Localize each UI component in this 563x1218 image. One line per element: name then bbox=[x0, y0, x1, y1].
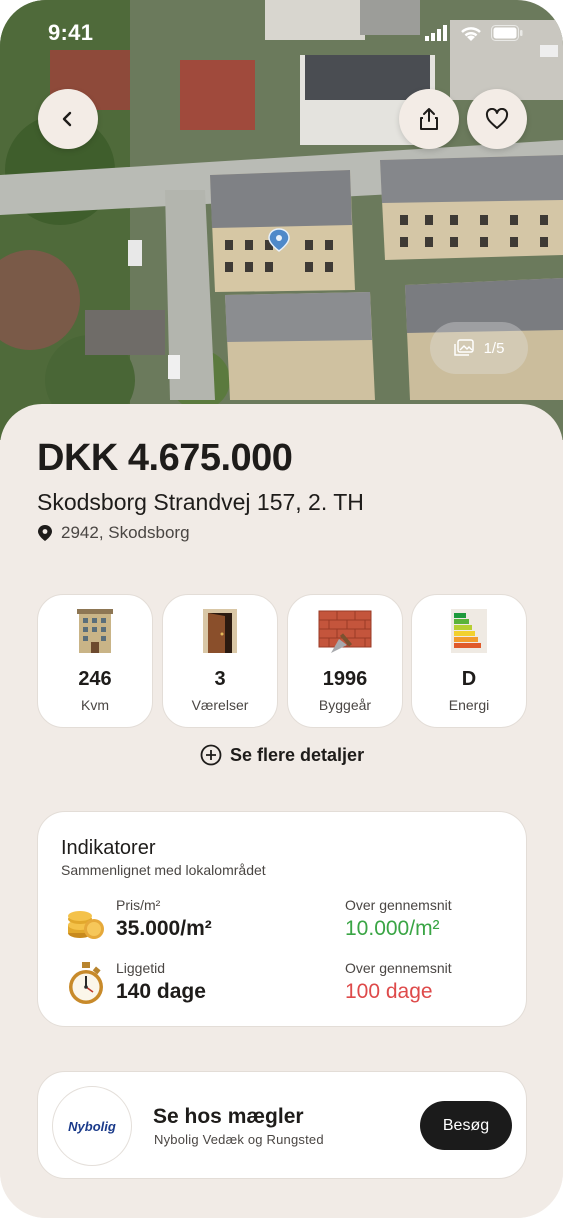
coins-icon bbox=[68, 911, 104, 939]
fact-value: D bbox=[461, 668, 477, 690]
price: DKK 4.675.000 bbox=[37, 437, 293, 479]
facts-row: 246 Kvm 3 Værelser 1996 Byggeår D Energi bbox=[37, 594, 527, 728]
indicators-title: Indikatorer bbox=[61, 837, 156, 859]
indicator-compare-value: 100 dage bbox=[345, 980, 433, 1003]
location: 2942, Skodsborg bbox=[38, 523, 190, 543]
favorite-button[interactable] bbox=[467, 89, 527, 149]
indicators-card: Indikatorer Sammenlignet med lokalområde… bbox=[37, 811, 527, 1027]
battery-icon bbox=[491, 25, 523, 41]
stopwatch-icon bbox=[69, 962, 103, 1004]
broker-logo: Nybolig bbox=[52, 1086, 132, 1166]
energy-label-icon bbox=[451, 609, 487, 653]
property-photo[interactable] bbox=[0, 0, 563, 440]
indicator-compare-value: 10.000/m² bbox=[345, 917, 440, 940]
broker-title: Se hos mægler bbox=[153, 1105, 304, 1128]
indicator-compare-label: Over gennemsnit bbox=[345, 960, 452, 976]
fact-card-area[interactable]: 246 Kvm bbox=[37, 594, 153, 728]
share-button[interactable] bbox=[399, 89, 459, 149]
indicator-label: Liggetid bbox=[116, 960, 166, 976]
plus-circle-icon bbox=[200, 744, 222, 766]
building-icon bbox=[77, 609, 113, 653]
back-button[interactable] bbox=[38, 89, 98, 149]
door-icon bbox=[203, 609, 237, 653]
status-time: 9:41 bbox=[48, 20, 94, 45]
fact-card-year[interactable]: 1996 Byggeår bbox=[287, 594, 403, 728]
indicator-value: 35.000/m² bbox=[116, 917, 212, 940]
indicator-compare-label: Over gennemsnit bbox=[345, 897, 452, 913]
chevron-left-icon bbox=[62, 111, 72, 127]
more-details-link[interactable]: Se flere detaljer bbox=[200, 744, 364, 766]
indicator-row-price: Pris/m² 35.000/m² Over gennemsnit 10.000… bbox=[38, 897, 528, 947]
address: Skodsborg Strandvej 157, 2. TH bbox=[37, 489, 364, 515]
indicator-value: 140 dage bbox=[116, 980, 206, 1003]
gallery-icon bbox=[453, 339, 474, 356]
fact-label: Energi bbox=[448, 697, 490, 713]
fact-card-energy[interactable]: D Energi bbox=[411, 594, 527, 728]
broker-subtitle: Nybolig Vedæk og Rungsted bbox=[154, 1132, 324, 1147]
location-pin-icon bbox=[38, 525, 52, 541]
heart-icon bbox=[485, 108, 509, 129]
indicators-subtitle: Sammenlignet med lokalområdet bbox=[61, 862, 266, 878]
phone-screen: 9:41 1/5 DKK 4.675.000 Skodsborg Strandv… bbox=[0, 0, 563, 1218]
fact-value: 1996 bbox=[322, 668, 368, 690]
visit-button[interactable]: Besøg bbox=[420, 1101, 512, 1150]
signal-icon bbox=[425, 25, 447, 41]
indicator-label: Pris/m² bbox=[116, 897, 161, 913]
more-details-label: Se flere detaljer bbox=[230, 744, 365, 765]
fact-value: 246 bbox=[78, 668, 112, 690]
bricks-icon bbox=[318, 610, 372, 653]
fact-label: Byggeår bbox=[318, 697, 372, 713]
wifi-icon bbox=[461, 27, 481, 41]
photo-counter-text: 1/5 bbox=[483, 339, 505, 357]
indicator-row-time: Liggetid 140 dage Over gennemsnit 100 da… bbox=[38, 960, 528, 1010]
broker-card[interactable]: Nybolig Se hos mægler Nybolig Vedæk og R… bbox=[37, 1071, 527, 1179]
status-icons bbox=[425, 24, 523, 42]
share-icon bbox=[420, 108, 438, 130]
fact-label: Værelser bbox=[191, 697, 249, 713]
fact-card-rooms[interactable]: 3 Værelser bbox=[162, 594, 278, 728]
location-text: 2942, Skodsborg bbox=[61, 523, 190, 542]
fact-label: Kvm bbox=[81, 697, 109, 713]
photo-counter[interactable]: 1/5 bbox=[430, 322, 528, 374]
broker-logo-text: Nybolig bbox=[68, 1118, 116, 1134]
fact-value: 3 bbox=[214, 668, 226, 690]
